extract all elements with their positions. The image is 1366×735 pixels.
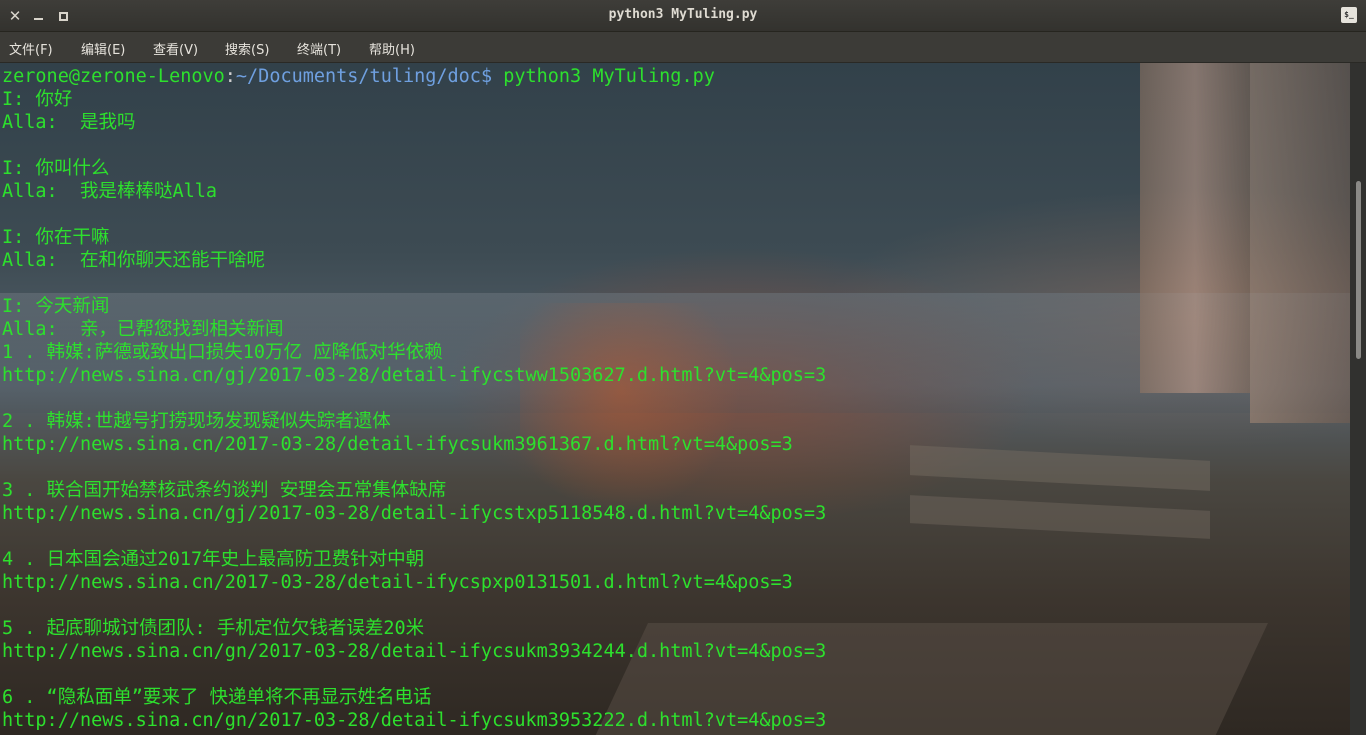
scrollbar[interactable] (1350, 63, 1366, 735)
scrollbar-thumb[interactable] (1356, 181, 1361, 359)
menu-edit[interactable]: 编辑(E) (81, 39, 125, 58)
background-bench (910, 445, 1210, 491)
output-line: 6 . “隐私面单”要来了 快递单将不再显示姓名电话 (2, 687, 432, 708)
output-line: Alla: 在和你聊天还能干啥呢 (2, 250, 265, 271)
terminal-output[interactable]: zerone@zerone-Lenovo:~/Documents/tuling/… (0, 63, 1350, 735)
window-title: python3 MyTuling.py (608, 7, 758, 22)
title-bar[interactable]: ✕ python3 MyTuling.py $_ (0, 0, 1366, 32)
output-line: Alla: 我是棒棒哒Alla (2, 181, 218, 202)
menu-file[interactable]: 文件(F) (9, 39, 53, 58)
background-curtain (1250, 63, 1350, 423)
prompt-command: python3 MyTuling.py (503, 66, 715, 87)
output-line: I: 你好 (2, 89, 73, 110)
menu-view[interactable]: 查看(V) (153, 39, 198, 58)
output-line: I: 你叫什么 (2, 158, 110, 179)
output-line: http://news.sina.cn/gj/2017-03-28/detail… (2, 365, 827, 386)
background-curtain (1140, 63, 1250, 393)
terminal-lines: zerone@zerone-Lenovo:~/Documents/tuling/… (2, 65, 826, 732)
output-line: I: 今天新闻 (2, 296, 110, 317)
output-line: 5 . 起底聊城讨债团队: 手机定位欠钱者误差20米 (2, 618, 425, 639)
output-line: http://news.sina.cn/2017-03-28/detail-if… (2, 572, 793, 593)
output-line: http://news.sina.cn/gj/2017-03-28/detail… (2, 503, 827, 524)
output-line: Alla: 是我吗 (2, 112, 136, 133)
background-bench (910, 495, 1210, 539)
menu-bar: 文件(F) 编辑(E) 查看(V) 搜索(S) 终端(T) 帮助(H) (0, 32, 1366, 63)
output-line: Alla: 亲，已帮您找到相关新闻 (2, 319, 284, 340)
menu-search[interactable]: 搜索(S) (225, 39, 269, 58)
output-line: 3 . 联合国开始禁核武条约谈判 安理会五常集体缺席 (2, 480, 447, 501)
terminal-icon[interactable]: $_ (1341, 7, 1357, 23)
prompt-line: zerone@zerone-Lenovo:~/Documents/tuling/… (2, 65, 826, 88)
output-line: 2 . 韩媒:世越号打捞现场发现疑似失踪者遗体 (2, 411, 391, 432)
output-line: I: 你在干嘛 (2, 227, 110, 248)
output-line: http://news.sina.cn/2017-03-28/detail-if… (2, 434, 793, 455)
prompt-suffix: $ (480, 66, 504, 87)
output-line: 4 . 日本国会通过2017年史上最高防卫费针对中朝 (2, 549, 425, 570)
output-line: http://news.sina.cn/gn/2017-03-28/detail… (2, 641, 827, 662)
output-line: 1 . 韩媒:萨德或致出口损失10万亿 应降低对华依赖 (2, 342, 443, 363)
menu-terminal[interactable]: 终端(T) (297, 39, 341, 58)
output-line: http://news.sina.cn/gn/2017-03-28/detail… (2, 710, 827, 731)
prompt-path: ~/Documents/tuling/doc (235, 66, 481, 87)
prompt-user-host: zerone@zerone-Lenovo (2, 66, 225, 87)
terminal-window: ✕ python3 MyTuling.py $_ 文件(F) 编辑(E) 查看(… (0, 0, 1366, 735)
prompt-colon: : (224, 66, 236, 87)
menu-help[interactable]: 帮助(H) (369, 39, 415, 58)
